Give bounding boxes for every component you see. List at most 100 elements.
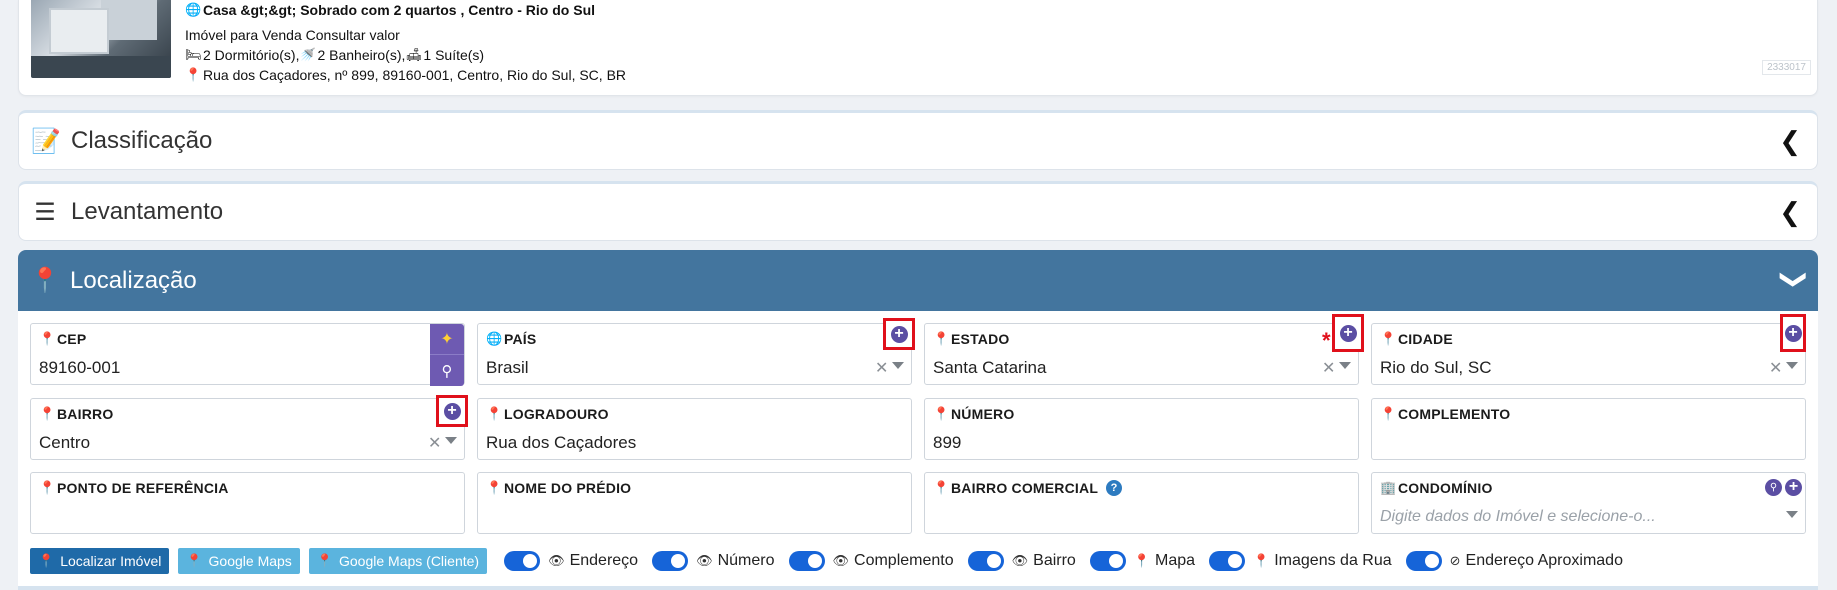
property-summary-card: 🌐 Casa &gt;&gt; Sobrado com 2 quartos , … xyxy=(18,0,1818,96)
cep-field[interactable]: 📍 CEP 89160-001 ✦ ⚲ xyxy=(30,323,465,386)
section-levantamento[interactable]: ☰ Levantamento ❮ xyxy=(18,181,1818,241)
toggle-complemento[interactable]: 👁 Complemento xyxy=(788,551,954,571)
property-info: 🌐 Casa &gt;&gt; Sobrado com 2 quartos , … xyxy=(185,0,626,85)
add-bairro-button[interactable]: + xyxy=(436,395,468,427)
section-classificacao[interactable]: 📝 Classificação ❮ xyxy=(18,110,1818,170)
property-rooms-row: 🛏 2 Dormitório(s), 🚿 2 Banheiro(s), 🛋 1 … xyxy=(185,45,626,65)
toggle-switch[interactable] xyxy=(1405,551,1442,571)
pais-select[interactable]: Brasil xyxy=(486,358,529,378)
sofa-icon: 🛋 xyxy=(405,47,422,62)
numero-input[interactable]: 899 xyxy=(933,433,961,453)
caret-down-icon[interactable] xyxy=(1786,511,1798,518)
eye-icon: 👁 xyxy=(548,553,565,568)
cidade-field[interactable]: 📍 CIDADE Rio do Sul, SC ✕ + xyxy=(1371,314,1806,385)
search-icon[interactable]: ⚲ xyxy=(1765,479,1782,496)
clear-icon[interactable]: ✕ xyxy=(1769,358,1782,378)
property-bathrooms: 2 Banheiro(s), xyxy=(317,47,406,63)
caret-down-icon[interactable] xyxy=(1339,362,1351,369)
condominio-select[interactable]: Digite dados do Imóvel e selecione-o... xyxy=(1380,508,1656,526)
numero-field[interactable]: 📍 NÚMERO 899 xyxy=(924,398,1359,460)
map-marker-icon: 📍 xyxy=(186,553,203,568)
bairro-select[interactable]: Centro xyxy=(39,433,90,453)
complemento-field[interactable]: 📍 COMPLEMENTO xyxy=(1371,398,1806,460)
complemento-label: COMPLEMENTO xyxy=(1398,406,1511,422)
chevron-left-icon[interactable]: ❮ xyxy=(1779,126,1801,157)
numero-label: NÚMERO xyxy=(951,406,1015,422)
chevron-down-icon[interactable]: ❮ xyxy=(1776,269,1807,291)
toggle-endereco-aproximado[interactable]: ⊘ Endereço Aproximado xyxy=(1405,551,1623,571)
bairro-comercial-field[interactable]: 📍 BAIRRO COMERCIAL? xyxy=(924,472,1359,534)
bairro-field[interactable]: 📍 BAIRRO Centro ✕ + xyxy=(30,395,468,460)
localizacao-toolbar: 📍 Localizar Imóvel 📍 Google Maps 📍 Google M… xyxy=(30,548,1629,574)
pais-field[interactable]: 🌐 PAÍS Brasil ✕ + xyxy=(477,318,915,385)
pais-label: PAÍS xyxy=(504,331,537,347)
toggle-bairro[interactable]: 👁 Bairro xyxy=(967,551,1076,571)
map-pin-icon: 📍 xyxy=(933,331,950,346)
cidade-select[interactable]: Rio do Sul, SC xyxy=(1380,358,1492,378)
toggle-endereco[interactable]: 👁 Endereço xyxy=(504,551,638,571)
cep-input[interactable]: 89160-001 xyxy=(39,358,120,378)
toggle-switch[interactable] xyxy=(1089,551,1126,571)
map-marker-icon: 📍 xyxy=(1380,406,1397,421)
ponto-referencia-field[interactable]: 📍 PONTO DE REFERÊNCIA xyxy=(30,472,465,534)
map-marker-icon: 📍 xyxy=(39,331,56,346)
caret-down-icon[interactable] xyxy=(445,437,457,444)
caret-down-icon[interactable] xyxy=(892,362,904,369)
cep-lookup-button[interactable]: ✦ xyxy=(430,324,464,355)
toggle-switch[interactable] xyxy=(652,551,689,571)
map-marker-icon: 📍 xyxy=(38,553,55,568)
localizar-imovel-label: Localizar Imóvel xyxy=(60,553,162,569)
google-maps-button[interactable]: 📍 Google Maps xyxy=(178,548,300,574)
eye-icon: 👁 xyxy=(1011,553,1029,568)
estado-field[interactable]: 📍 ESTADO Santa Catarina * ✕ + xyxy=(924,314,1364,385)
property-suites: 1 Suíte(s) xyxy=(423,47,485,63)
clear-icon[interactable]: ✕ xyxy=(1322,358,1335,378)
toggle-numero[interactable]: 👁 Número xyxy=(652,551,775,571)
toggle-imagens-rua[interactable]: 📍 Imagens da Rua xyxy=(1209,551,1392,571)
toggle-label: Endereço xyxy=(569,552,639,569)
property-address-row: 📍 Rua dos Caçadores, nº 899, 89160-001, … xyxy=(185,65,626,85)
nome-predio-field[interactable]: 📍 NOME DO PRÉDIO xyxy=(477,472,912,534)
clear-icon[interactable]: ✕ xyxy=(875,358,888,378)
eye-icon: 👁 xyxy=(832,553,850,568)
section-localizacao-title: Localização xyxy=(70,266,197,294)
caret-down-icon[interactable] xyxy=(1786,362,1798,369)
localizar-imovel-button[interactable]: 📍 Localizar Imóvel xyxy=(30,548,170,574)
bairro-comercial-label: BAIRRO COMERCIAL xyxy=(951,480,1099,496)
condominio-field[interactable]: 🏢 CONDOMÍNIO Digite dados do Imóvel e sel… xyxy=(1371,472,1806,534)
help-icon[interactable]: ? xyxy=(1106,480,1123,496)
property-title-row: 🌐 Casa &gt;&gt; Sobrado com 2 quartos , … xyxy=(185,0,626,20)
add-condominio-button[interactable]: + xyxy=(1785,479,1802,496)
toggle-mapa[interactable]: 📍 Mapa xyxy=(1089,551,1195,571)
eye-icon: 👁 xyxy=(696,553,713,568)
property-thumbnail[interactable] xyxy=(31,0,171,78)
cep-search-button[interactable]: ⚲ xyxy=(430,355,464,386)
toggle-switch[interactable] xyxy=(788,551,825,571)
map-marker-icon: 📍 xyxy=(39,480,56,495)
property-subtitle-row: Imóvel para Venda Consultar valor xyxy=(185,25,626,45)
map-pin-icon: 📍 xyxy=(1133,553,1151,568)
toggle-switch[interactable] xyxy=(504,551,541,571)
toggle-switch[interactable] xyxy=(967,551,1004,571)
condominio-label: CONDOMÍNIO xyxy=(1398,480,1493,496)
logradouro-field[interactable]: 📍 LOGRADOURO Rua dos Caçadores xyxy=(477,398,912,460)
section-localizacao[interactable]: 📍 Localização ❮ xyxy=(18,250,1818,311)
property-title: Casa &gt;&gt; Sobrado com 2 quartos , Ce… xyxy=(203,2,596,18)
google-maps-cliente-button[interactable]: 📍 Google Maps (Cliente) xyxy=(308,548,488,574)
add-pais-button[interactable]: + xyxy=(883,318,915,350)
map-pin-icon: 📍 xyxy=(30,267,60,294)
map-marker-icon: 📍 xyxy=(316,553,333,568)
add-estado-button[interactable]: + xyxy=(1332,314,1364,352)
shower-icon: 🚿 xyxy=(299,47,316,62)
clear-icon[interactable]: ✕ xyxy=(428,433,441,453)
estado-select[interactable]: Santa Catarina xyxy=(933,358,1046,378)
plus-circle-icon: + xyxy=(890,325,908,343)
ponto-referencia-label: PONTO DE REFERÊNCIA xyxy=(57,480,229,496)
map-pin-icon: 📍 xyxy=(1380,331,1397,346)
toggle-switch[interactable] xyxy=(1209,551,1246,571)
logradouro-input[interactable]: Rua dos Caçadores xyxy=(486,433,636,453)
building-icon: 🏢 xyxy=(1380,480,1397,495)
chevron-left-icon[interactable]: ❮ xyxy=(1779,197,1801,228)
add-cidade-button[interactable]: + xyxy=(1780,314,1806,352)
map-marker-icon: 📍 xyxy=(486,480,503,495)
